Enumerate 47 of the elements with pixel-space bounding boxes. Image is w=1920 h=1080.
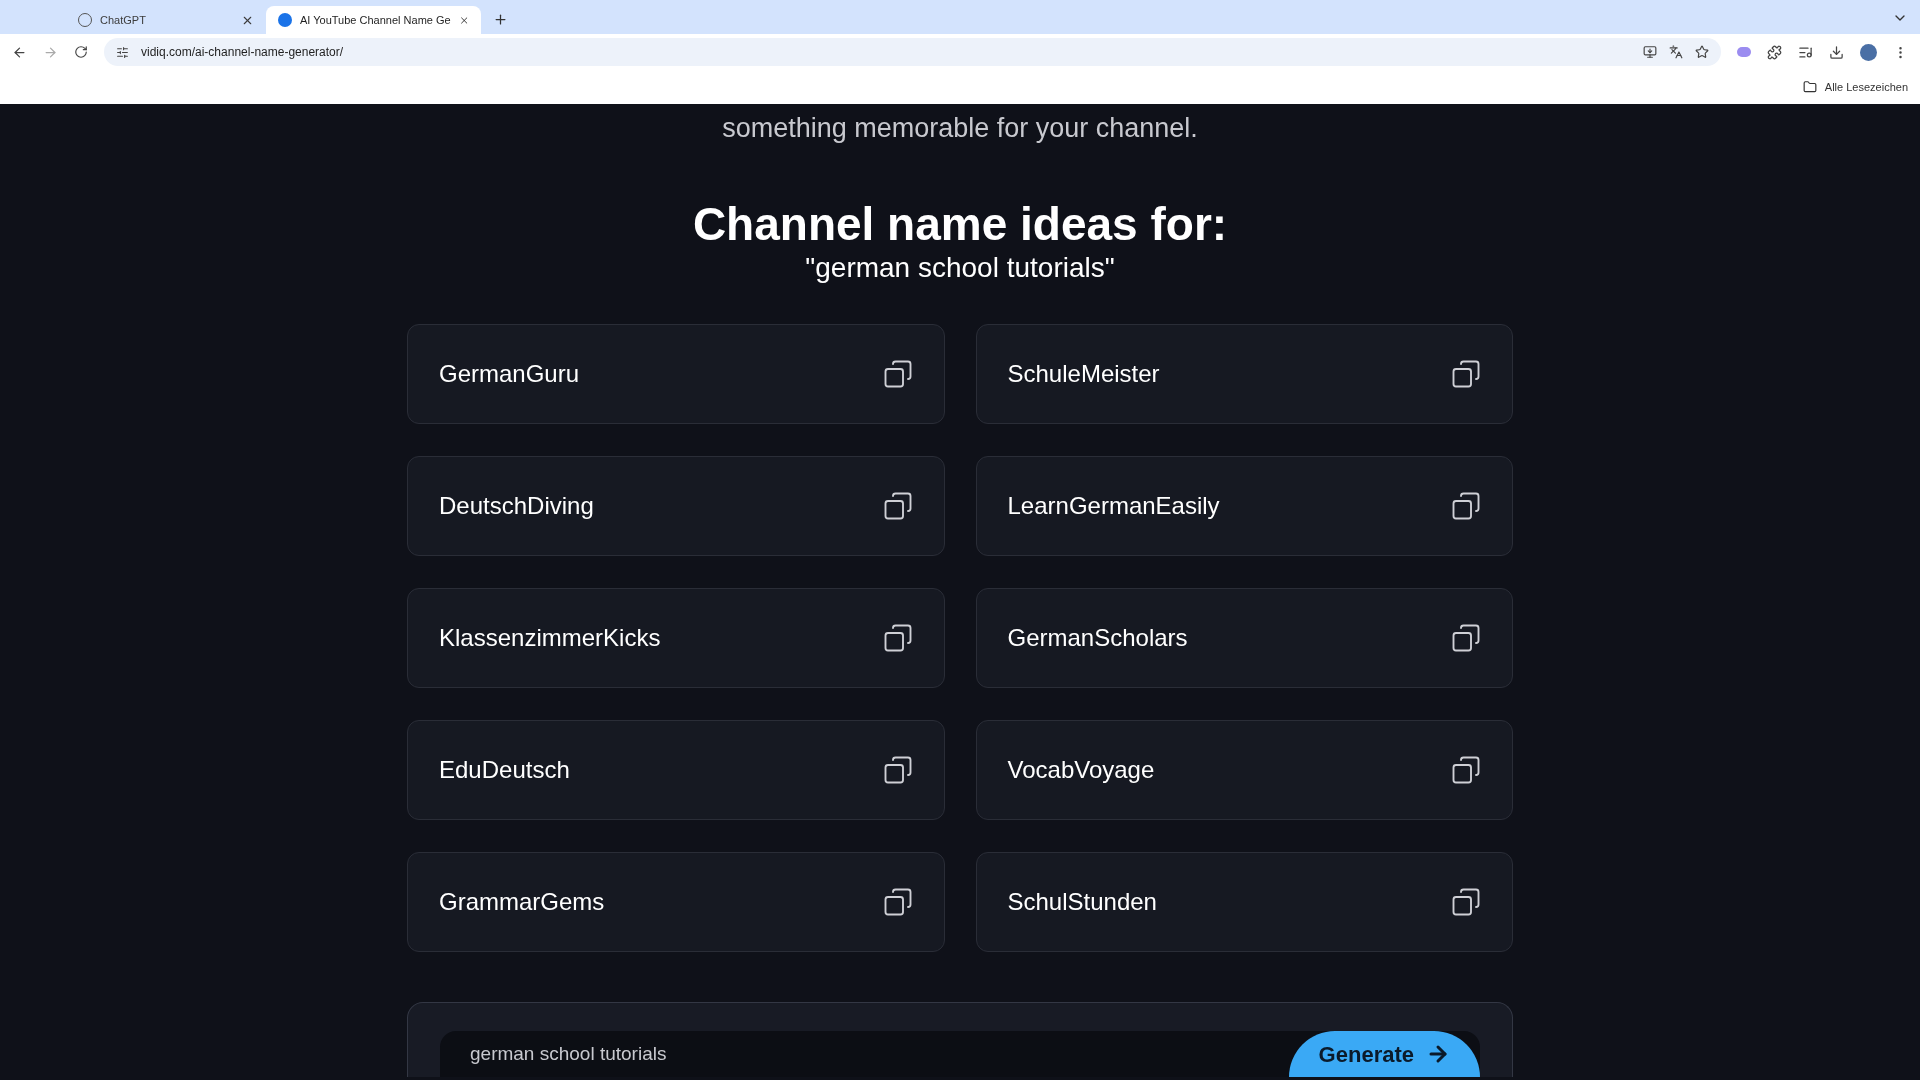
intro-text: something memorable for your channel.	[722, 112, 1198, 145]
url-text: vidiq.com/ai-channel-name-generator/	[141, 44, 344, 61]
site-settings-icon[interactable]	[116, 45, 129, 59]
install-icon[interactable]	[1643, 45, 1657, 59]
site-icon	[278, 13, 292, 27]
tab-title: AI YouTube Channel Name Ge	[300, 12, 451, 28]
input-value: german school tutorials	[470, 1041, 667, 1066]
translate-icon[interactable]	[1669, 45, 1683, 59]
browser-tab[interactable]: AI YouTube Channel Name Ge	[266, 6, 481, 34]
address-bar[interactable]: vidiq.com/ai-channel-name-generator/	[104, 38, 1721, 66]
download-icon[interactable]	[1829, 44, 1844, 60]
channel-name: GrammarGems	[439, 887, 605, 917]
new-tab-icon[interactable]	[493, 12, 508, 27]
channel-name: SchulStunden	[1007, 887, 1157, 917]
generate-button[interactable]: Generate	[1288, 1031, 1480, 1077]
copy-icon[interactable]	[1451, 623, 1481, 653]
reload-icon[interactable]	[74, 45, 88, 59]
channel-name: VocabVoyage	[1007, 755, 1155, 785]
copy-icon[interactable]	[882, 755, 913, 785]
folder-icon	[1802, 80, 1817, 94]
channel-name: GermanGuru	[439, 359, 580, 389]
copy-icon[interactable]	[882, 623, 913, 653]
profile-avatar[interactable]	[1860, 43, 1877, 61]
copy-icon[interactable]	[882, 359, 913, 389]
copy-icon[interactable]	[1451, 887, 1481, 917]
copy-icon[interactable]	[1451, 359, 1481, 389]
media-icon[interactable]	[1798, 44, 1813, 60]
tab-title: ChatGPT	[100, 12, 147, 28]
channel-name: KlassenzimmerKicks	[439, 623, 661, 653]
channel-name: SchuleMeister	[1007, 359, 1160, 389]
copy-icon[interactable]	[1451, 491, 1481, 521]
channel-name: LearnGermanEasily	[1007, 491, 1220, 521]
browser-tab[interactable]: ChatGPT	[66, 6, 266, 34]
extensions-icon[interactable]	[1767, 44, 1782, 60]
extension-icon[interactable]	[1737, 47, 1751, 57]
copy-icon[interactable]	[882, 887, 913, 917]
query-text: "german school tutorials"	[805, 251, 1115, 285]
bookmark-star-icon[interactable]	[1695, 45, 1709, 59]
back-icon[interactable]	[12, 44, 27, 60]
channel-name: EduDeutsch	[439, 755, 570, 785]
name-input[interactable]: german school tutorials Generate	[440, 1031, 1480, 1077]
copy-icon[interactable]	[1451, 755, 1481, 785]
channel-name: DeutschDiving	[439, 491, 594, 521]
copy-icon[interactable]	[882, 491, 913, 521]
results-heading: Channel name ideas for:	[692, 198, 1228, 250]
bookmarks-label[interactable]: Alle Lesezeichen	[1824, 78, 1908, 96]
channel-name: GermanScholars	[1007, 623, 1188, 653]
